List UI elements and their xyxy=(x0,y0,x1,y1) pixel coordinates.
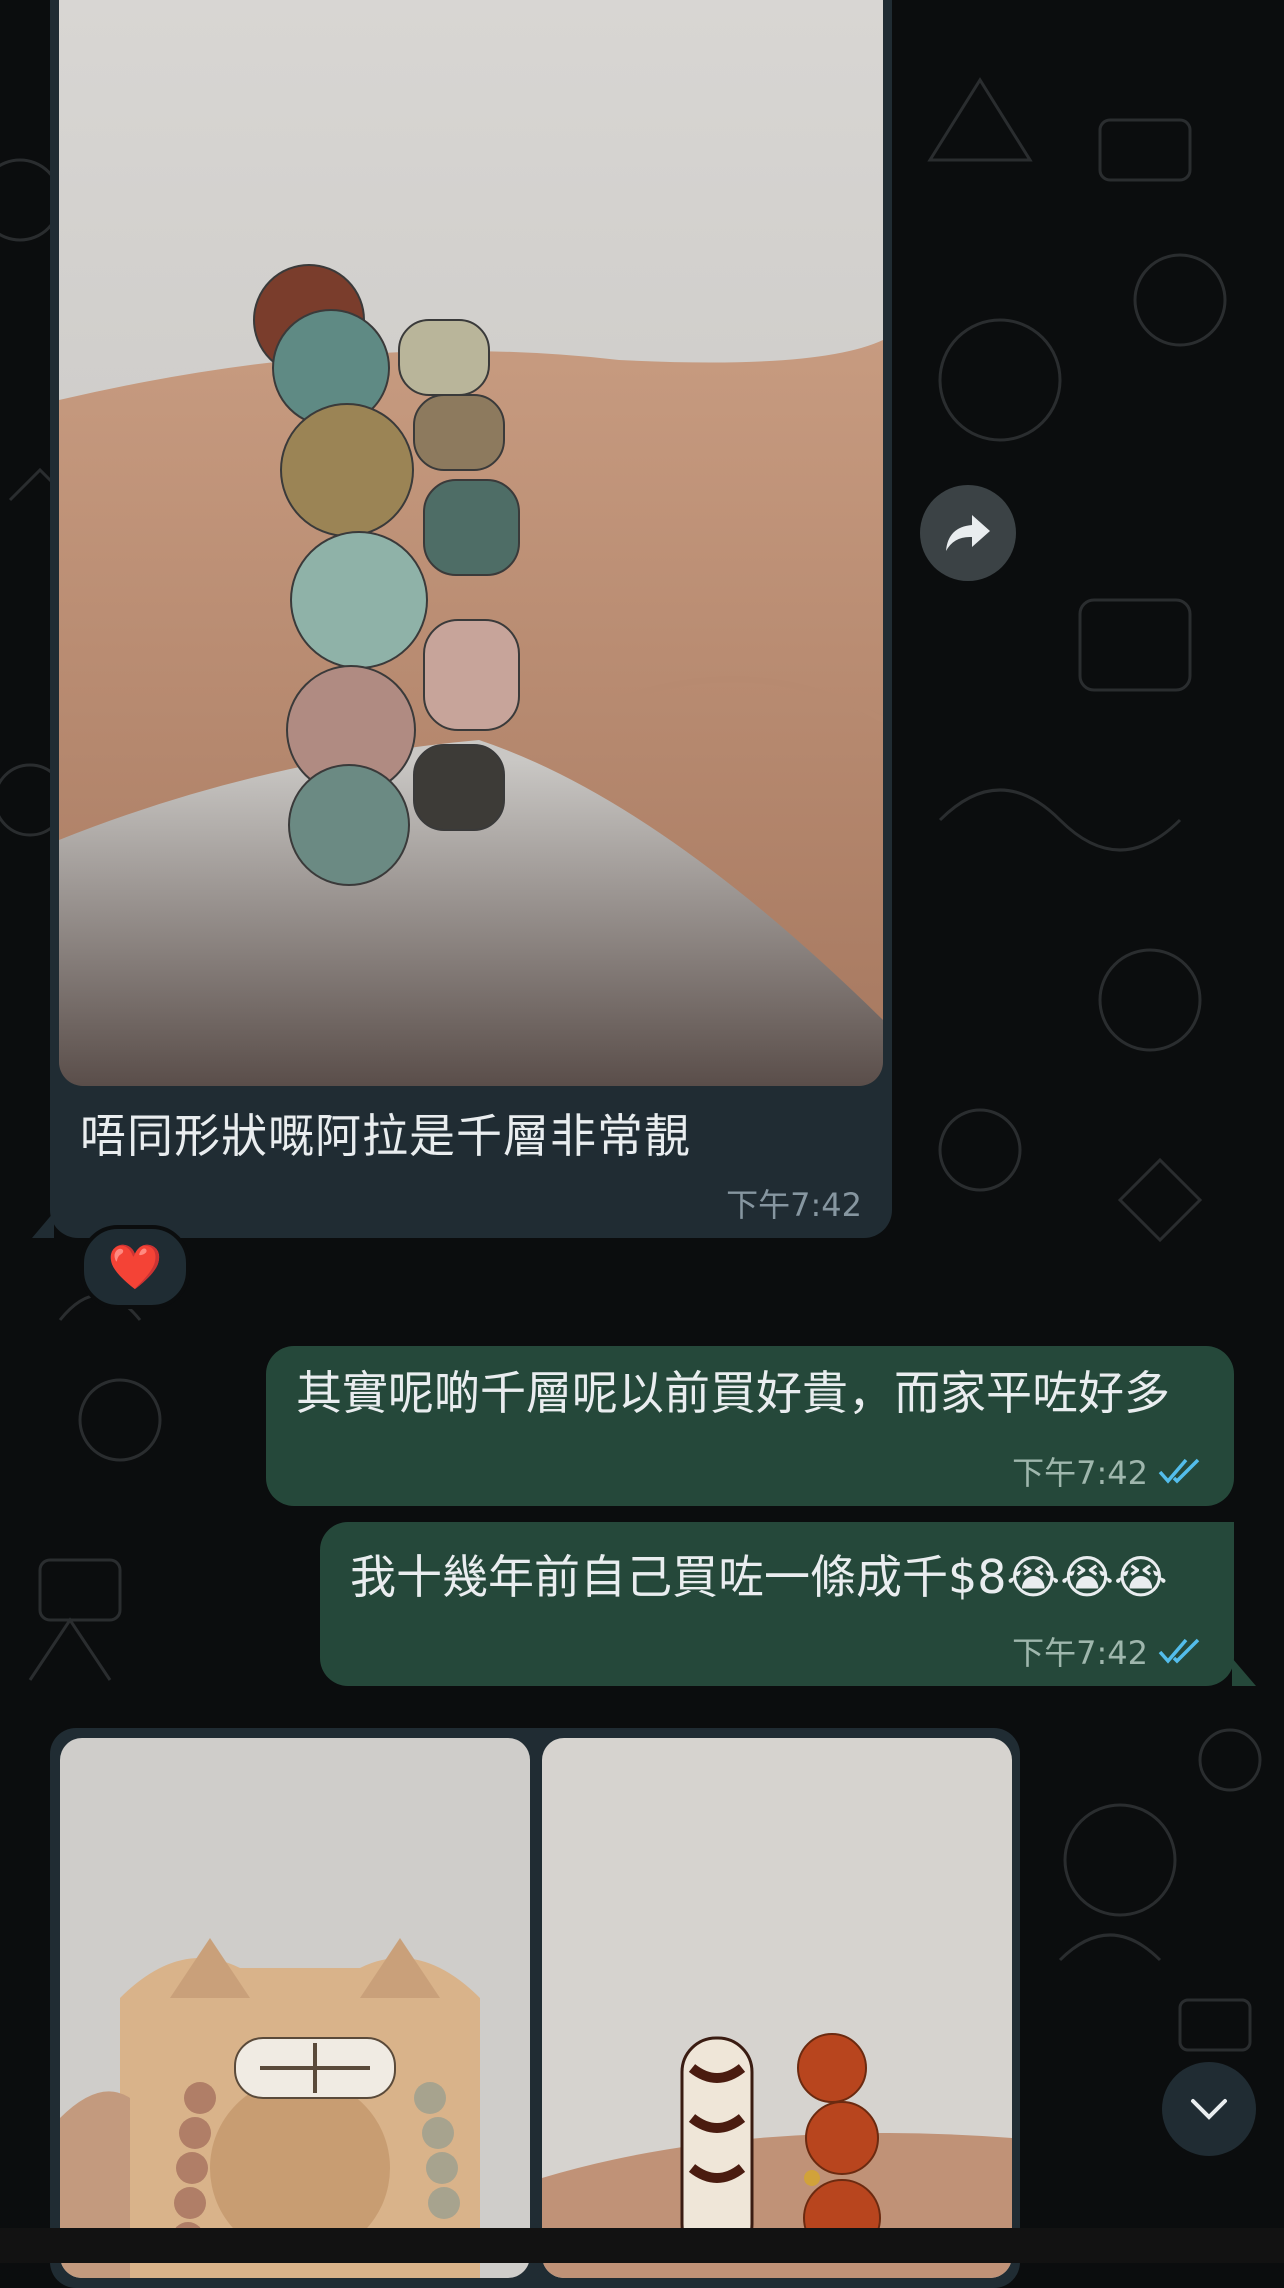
message-timestamp: 下午7:42 xyxy=(1012,1634,1148,1672)
outgoing-message[interactable]: 我十幾年前自己買咗一條成千$8😭😭😭 下午7:42 xyxy=(320,1522,1256,1686)
outgoing-message[interactable]: 其實呢啲千層呢以前買好貴，而家平咗好多 下午7:42 xyxy=(266,1346,1234,1506)
album-photo[interactable] xyxy=(60,1738,530,2278)
message-caption: 唔同形狀嘅阿拉是千層非常靚 xyxy=(80,1109,691,1163)
message-meta: 下午7:42 xyxy=(1012,1448,1204,1494)
heart-reaction[interactable]: ❤️ xyxy=(80,1225,190,1309)
chevron-down-icon xyxy=(1191,2099,1227,2120)
message-text: 其實呢啲千層呢以前買好貴，而家平咗好多 xyxy=(296,1366,1170,1420)
scroll-to-bottom-button[interactable] xyxy=(1162,2062,1256,2156)
message-text: 我十幾年前自己買咗一條成千$8😭😭😭 xyxy=(350,1550,1168,1604)
message-timestamp: 下午7:42 xyxy=(726,1186,862,1224)
message-meta: 下午7:42 xyxy=(1012,1628,1204,1674)
forward-arrow-icon xyxy=(946,515,990,551)
bubble-tail xyxy=(32,1212,54,1238)
forward-button[interactable] xyxy=(920,485,1016,581)
bracelet-photo[interactable] xyxy=(59,0,883,1086)
double-check-icon xyxy=(1158,1458,1200,1484)
message-timestamp: 下午7:42 xyxy=(1012,1454,1148,1492)
double-check-icon xyxy=(1158,1638,1200,1664)
incoming-album-message[interactable] xyxy=(50,1728,1020,2288)
bubble-tail xyxy=(1232,1658,1256,1686)
incoming-image-message[interactable]: 唔同形狀嘅阿拉是千層非常靚 下午7:42 xyxy=(32,0,892,1238)
bottom-bar xyxy=(0,2228,1284,2263)
album-photo[interactable] xyxy=(542,1738,1012,2278)
heart-icon: ❤️ xyxy=(107,1242,163,1293)
